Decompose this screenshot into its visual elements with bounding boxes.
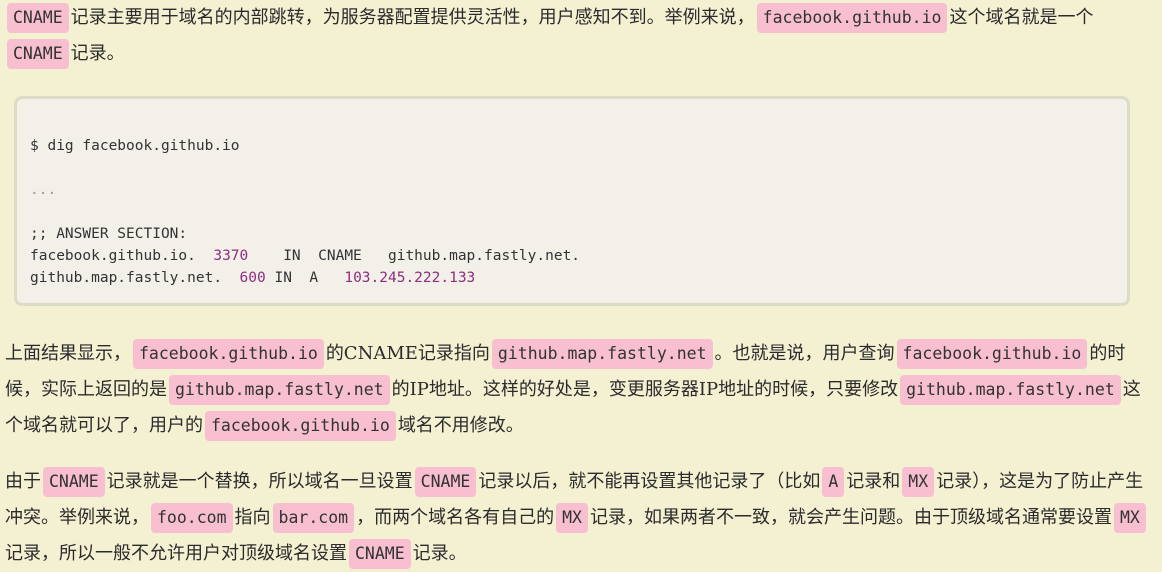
record-value: github.map.fastly.net. — [387, 248, 581, 264]
record-ttl: 600 — [239, 270, 266, 286]
text: 记录，如果两者不一致，就会产生问题。由于顶级域名通常要设置 — [589, 507, 1112, 528]
code-row-2: github.map.fastly.net. 600 IN A 103.245.… — [30, 267, 475, 289]
inline-code: MX — [902, 467, 935, 497]
paragraph-result-explanation: 上面结果显示， facebook.github.io 的CNAME记录指向 githu… — [5, 336, 1157, 444]
inline-code: facebook.github.io — [205, 411, 396, 441]
inline-code: facebook.github.io — [756, 3, 948, 33]
inline-code: github.map.fastly.net — [900, 375, 1121, 405]
text: 。也就是说，用户查询 — [714, 343, 895, 364]
record-class: IN — [274, 270, 292, 286]
inline-code: CNAME — [7, 39, 69, 69]
code-ellipsis: ... — [30, 182, 57, 198]
text: 记录和 — [846, 471, 901, 492]
inline-code: bar.com — [272, 503, 355, 533]
text: 这个域名就是一个 — [949, 7, 1094, 28]
code-block: $ dig facebook.github.io ... ;; ANSWER S… — [14, 96, 1130, 306]
paragraph-cname-conflict: 由于 CNAME 记录就是一个替换，所以域名一旦设置 CNAME 记录以后，就不能再设置… — [5, 464, 1157, 572]
inline-code: facebook.github.io — [133, 339, 324, 369]
record-ttl: 3370 — [213, 248, 249, 264]
inline-code: MX — [556, 503, 588, 533]
text: 记录就是一个替换，所以域名一旦设置 — [106, 471, 413, 492]
text: 记录主要用于域名的内部跳转，为服务器配置提供灵活性，用户感知不到。举例来说， — [70, 7, 755, 28]
record-type: CNAME — [318, 248, 362, 264]
text: 记录。 — [412, 543, 467, 564]
inline-code: github.map.fastly.net — [169, 375, 390, 405]
inline-code: MX — [1113, 503, 1146, 533]
text: 的CNAME记录指向 — [325, 343, 490, 364]
inline-code: foo.com — [151, 503, 233, 533]
paragraph-cname-intro: CNAME 记录主要用于域名的内部跳转，为服务器配置提供灵活性，用户感知不到。举例… — [5, 0, 1157, 72]
code-answer-section: ;; ANSWER SECTION: — [30, 226, 188, 242]
inline-code: CNAME — [414, 467, 477, 497]
text: ，而两个域名各有自己的 — [356, 507, 555, 528]
text: 记录。 — [70, 43, 125, 64]
code-command: $ dig facebook.github.io — [30, 138, 240, 154]
text: 记录以后，就不能再设置其他记录了（比如 — [478, 471, 821, 492]
inline-code: CNAME — [7, 3, 69, 33]
record-type: A — [309, 270, 319, 286]
inline-code: A — [822, 467, 845, 497]
text: 上面结果显示， — [5, 343, 131, 364]
text: 指向 — [234, 507, 271, 528]
text: 域名不用修改。 — [397, 415, 524, 436]
inline-code: github.map.fastly.net — [491, 339, 713, 369]
record-name: facebook.github.io. — [30, 248, 196, 264]
text: 由于 — [5, 471, 41, 492]
inline-code: CNAME — [349, 539, 411, 569]
code-row-1: facebook.github.io. 3370 IN CNAME github… — [30, 245, 580, 267]
record-value: 103.245.222.133 — [344, 270, 476, 286]
inline-code: facebook.github.io — [896, 339, 1088, 369]
text: 的IP地址。这样的好处是，变更服务器IP地址的时候，只要修改 — [391, 379, 899, 400]
record-class: IN — [283, 248, 301, 264]
inline-code: CNAME — [43, 467, 105, 497]
text: 记录，所以一般不允许用户对顶级域名设置 — [5, 543, 347, 564]
record-name: github.map.fastly.net. — [30, 270, 223, 286]
